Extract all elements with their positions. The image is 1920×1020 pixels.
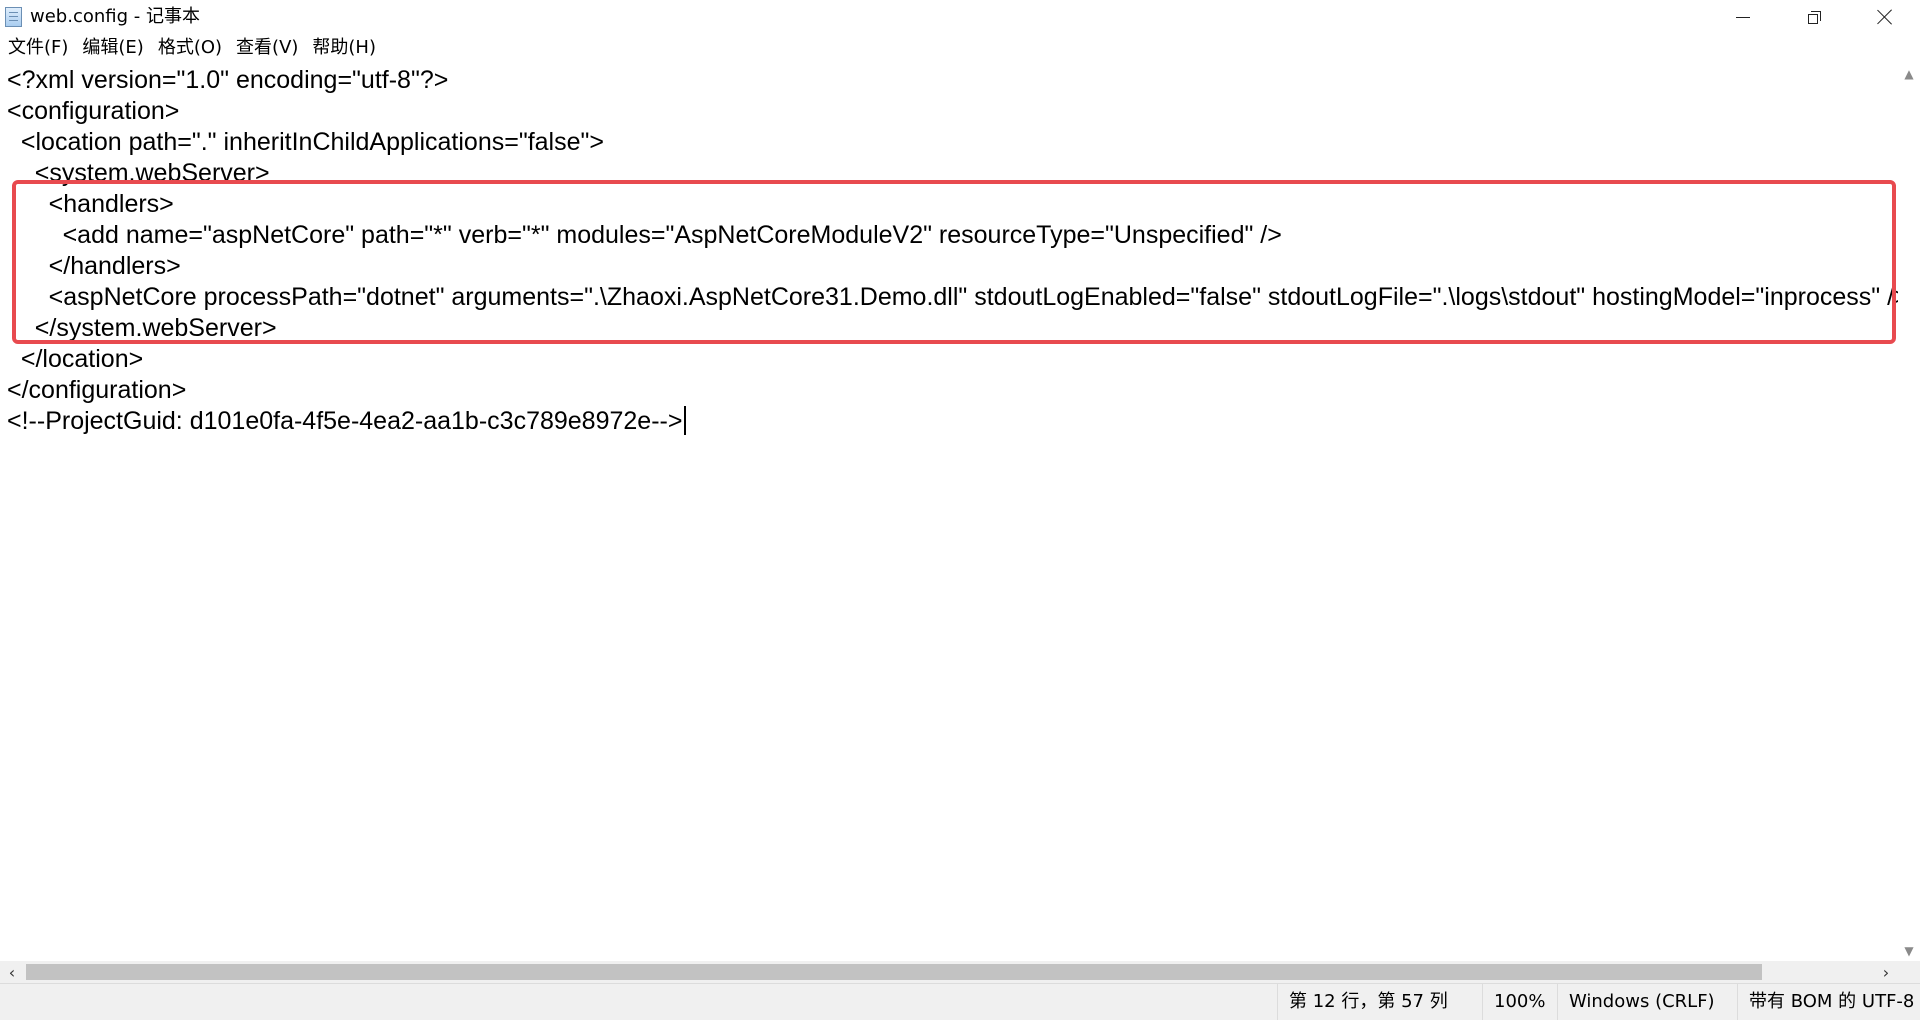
close-button[interactable] [1850, 0, 1920, 34]
minimize-icon [1736, 16, 1750, 18]
scrollbar-corner [1898, 961, 1920, 983]
status-divider [1557, 984, 1558, 1020]
minimize-button[interactable] [1708, 0, 1778, 34]
menu-format[interactable]: 格式(O) [152, 34, 228, 62]
horizontal-scrollbar[interactable]: ‹ › [0, 961, 1898, 983]
notepad-window: web.config - 记事本 文件(F) 编辑(E) 格式(O) 查看(V)… [0, 0, 1920, 1020]
window-title: web.config - 记事本 [30, 6, 200, 27]
code-line: <system.webServer> [7, 159, 270, 187]
code-line: </configuration> [7, 376, 187, 404]
title-bar: web.config - 记事本 [0, 0, 1920, 34]
notepad-icon [5, 7, 22, 27]
text-editor-area[interactable]: <?xml version="1.0" encoding="utf-8"?> <… [0, 64, 1898, 961]
line-ending: Windows (CRLF) [1569, 991, 1715, 1012]
code-line-text: <!--ProjectGuid: d101e0fa-4f5e-4ea2-aa1b… [7, 407, 683, 435]
scroll-down-icon[interactable]: ▼ [1898, 941, 1920, 961]
horizontal-scroll-thumb[interactable] [26, 964, 1762, 980]
code-line: <add name="aspNetCore" path="*" verb="*"… [7, 221, 1282, 249]
code-line: <location path="." inheritInChildApplica… [7, 128, 604, 156]
status-divider [1737, 984, 1738, 1020]
menu-edit[interactable]: 编辑(E) [76, 34, 149, 62]
scroll-right-icon[interactable]: › [1874, 961, 1898, 983]
code-line: <configuration> [7, 97, 180, 125]
code-line: </system.webServer> [7, 314, 277, 342]
code-line: </location> [7, 345, 144, 373]
scroll-left-icon[interactable]: ‹ [0, 961, 24, 983]
code-line: <handlers> [7, 190, 174, 218]
vertical-scrollbar[interactable]: ▲ ▼ [1898, 64, 1920, 961]
restore-icon [1808, 11, 1821, 24]
code-line-last: <!--ProjectGuid: d101e0fa-4f5e-4ea2-aa1b… [7, 406, 686, 437]
menu-bar: 文件(F) 编辑(E) 格式(O) 查看(V) 帮助(H) [0, 34, 1920, 62]
menu-file[interactable]: 文件(F) [2, 34, 74, 62]
code-line: <?xml version="1.0" encoding="utf-8"?> [7, 66, 449, 94]
zoom-level: 100% [1494, 991, 1546, 1012]
code-line: <aspNetCore processPath="dotnet" argumen… [7, 283, 1898, 311]
menu-help[interactable]: 帮助(H) [306, 34, 382, 62]
status-divider [1277, 984, 1278, 1020]
code-line: </handlers> [7, 252, 181, 280]
menu-view[interactable]: 查看(V) [230, 34, 304, 62]
highlight-annotation-box [12, 180, 1896, 344]
restore-button[interactable] [1779, 0, 1849, 34]
cursor-position: 第 12 行，第 57 列 [1289, 991, 1448, 1012]
close-icon [1877, 9, 1893, 25]
scroll-up-icon[interactable]: ▲ [1898, 64, 1920, 84]
status-bar: 第 12 行，第 57 列 100% Windows (CRLF) 带有 BOM… [0, 983, 1920, 1020]
status-divider [1482, 984, 1483, 1020]
text-caret [684, 406, 686, 435]
file-encoding: 带有 BOM 的 UTF-8 [1749, 991, 1915, 1012]
